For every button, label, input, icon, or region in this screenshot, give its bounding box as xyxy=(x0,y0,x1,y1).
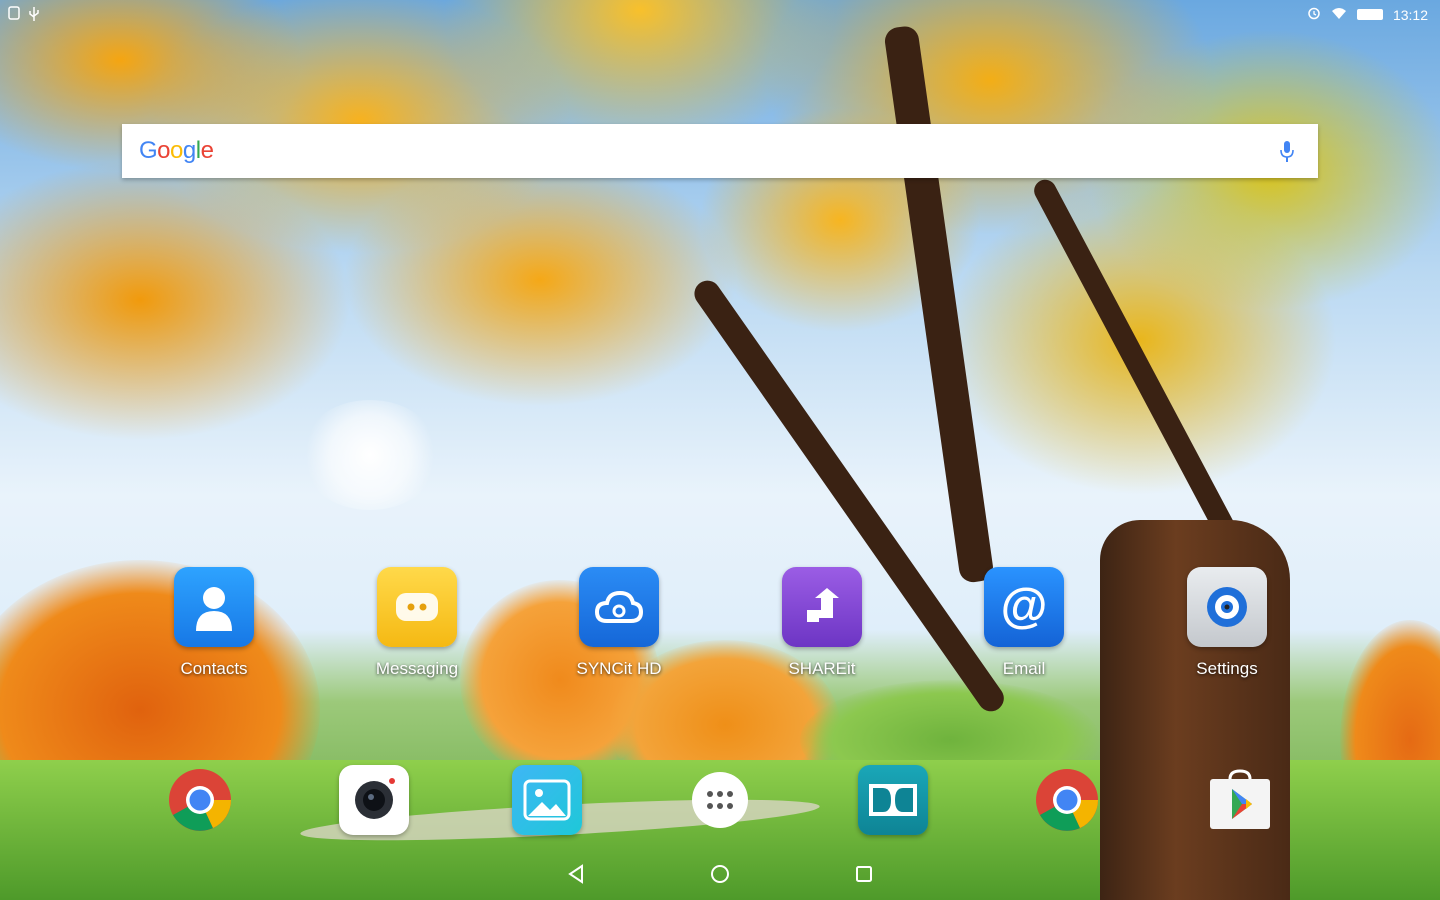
app-contacts[interactable]: Contacts xyxy=(154,567,274,679)
google-logo: G o o g l e xyxy=(139,137,214,165)
foliage xyxy=(0,0,1440,540)
recents-icon[interactable] xyxy=(850,860,878,888)
at-sign-glyph: @ xyxy=(1000,580,1048,633)
clock: 13:12 xyxy=(1392,6,1428,23)
app-label: Messaging xyxy=(375,659,459,678)
app-email[interactable]: @ Email xyxy=(964,567,1084,679)
messaging-icon xyxy=(377,567,457,647)
google-logo-letter: o xyxy=(170,137,183,164)
contacts-icon xyxy=(174,567,254,647)
google-logo-letter: G xyxy=(139,137,158,164)
wifi-icon xyxy=(1331,6,1347,23)
battery-icon xyxy=(1356,9,1383,20)
google-logo-letter: e xyxy=(200,137,214,164)
camera-icon[interactable] xyxy=(338,764,410,836)
google-logo-letter: g xyxy=(182,137,196,164)
shareit-icon xyxy=(782,567,862,647)
gallery-icon[interactable] xyxy=(511,764,583,836)
app-label: Settings xyxy=(1196,659,1258,678)
status-bar: 13:12 xyxy=(0,0,1440,30)
usb-icon xyxy=(28,6,40,25)
alarm-icon xyxy=(1307,6,1321,23)
play-store-icon[interactable] xyxy=(1204,764,1276,836)
app-label: Email xyxy=(1002,659,1046,678)
app-shareit[interactable]: SHAREit xyxy=(762,567,882,679)
app-messaging[interactable]: Messaging xyxy=(357,567,477,679)
app-label: Contacts xyxy=(180,659,248,678)
home-icon[interactable] xyxy=(706,860,734,888)
dolby-icon[interactable] xyxy=(857,764,929,836)
cloud-sync-icon xyxy=(579,567,659,647)
google-logo-letter: o xyxy=(157,137,171,164)
app-drawer-icon[interactable] xyxy=(684,764,756,836)
settings-icon xyxy=(1187,567,1267,647)
google-search-bar[interactable]: G o o g l e xyxy=(122,124,1318,178)
chrome-icon[interactable] xyxy=(164,764,236,836)
back-icon[interactable] xyxy=(562,860,590,888)
sun-glow xyxy=(300,400,440,510)
app-settings[interactable]: Settings xyxy=(1167,567,1287,679)
mic-icon[interactable] xyxy=(1278,139,1296,165)
app-syncit-hd[interactable]: SYNCit HD xyxy=(559,567,679,679)
sim-icon xyxy=(8,6,20,25)
app-label: SYNCit HD xyxy=(576,659,662,678)
email-icon: @ xyxy=(984,567,1064,647)
app-label: SHAREit xyxy=(788,659,856,678)
chrome-icon[interactable] xyxy=(1031,764,1103,836)
